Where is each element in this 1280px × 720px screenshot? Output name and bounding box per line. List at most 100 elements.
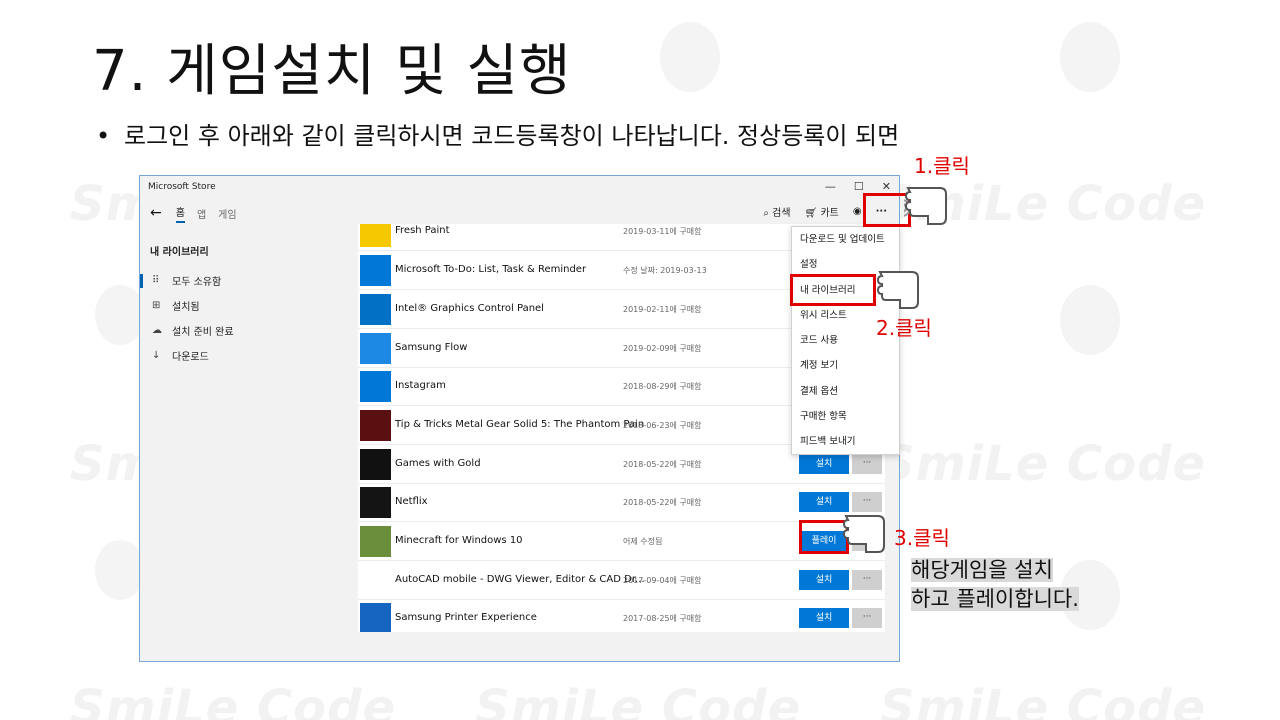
row-more-button[interactable]: ··· — [852, 570, 882, 590]
row-more-button[interactable]: ··· — [852, 454, 882, 474]
app-thumbnail — [360, 333, 391, 364]
app-thumbnail — [360, 410, 391, 441]
sidebar-item-label: 다운로드 — [172, 352, 209, 363]
watermark-face — [95, 285, 145, 345]
tab-home[interactable]: 홈 — [175, 204, 185, 223]
app-thumbnail — [360, 255, 391, 286]
app-thumbnail — [360, 371, 391, 402]
close-icon[interactable]: ✕ — [882, 180, 891, 193]
app-name: AutoCAD mobile - DWG Viewer, Editor & CA… — [395, 574, 645, 585]
install-button[interactable]: 설치 — [799, 570, 849, 590]
app-name: Fresh Paint — [395, 225, 450, 236]
bullet-dot-icon: • — [96, 122, 111, 150]
install-button[interactable]: 설치 — [799, 454, 849, 474]
app-name: Minecraft for Windows 10 — [395, 535, 523, 546]
app-name: Instagram — [395, 380, 446, 391]
app-name: Samsung Printer Experience — [395, 612, 537, 623]
watermark-text: SmiLe Code — [880, 680, 1207, 720]
window-title: Microsoft Store — [148, 182, 216, 192]
maximize-icon[interactable]: ☐ — [854, 180, 864, 193]
cart-icon: 🛒︎ — [804, 208, 818, 219]
app-thumbnail — [360, 526, 391, 557]
sidebar-item-installed[interactable]: ⊞ 설치됨 — [140, 293, 340, 318]
sidebar-item-ready-to-install[interactable]: ☁ 설치 준비 완료 — [140, 318, 340, 343]
app-name: Microsoft To-Do: List, Task & Reminder — [395, 264, 587, 275]
app-name: Samsung Flow — [395, 342, 468, 353]
row-more-button[interactable]: ··· — [852, 608, 882, 628]
app-date: 2019-02-11에 구매함 — [623, 305, 702, 314]
slide-title: 7. 게임설치 및 실행 — [92, 39, 572, 104]
pointing-hand-icon — [842, 515, 885, 553]
library-title: 내 라이브러리 — [150, 247, 209, 258]
app-name: Intel® Graphics Control Panel — [395, 303, 544, 314]
app-date: 수정 날짜: 2019-03-13 — [623, 266, 707, 275]
app-name: Games with Gold — [395, 458, 481, 469]
menu-item[interactable]: 계정 보기 — [792, 353, 899, 378]
download-icon: ↓ — [152, 350, 161, 361]
app-date: 2019-02-09에 구매함 — [623, 344, 702, 353]
highlight-my-library — [790, 274, 876, 306]
app-list-row[interactable]: Samsung Printer Experience 2017-08-25에 구매… — [358, 600, 885, 632]
window-titlebar: Microsoft Store — [140, 176, 899, 198]
watermark-face — [95, 540, 145, 600]
pointing-hand-icon — [904, 187, 947, 225]
search-button[interactable]: ⌕ 검색 — [763, 204, 790, 219]
app-thumbnail — [360, 487, 391, 518]
library-sidebar: ⠿ 모두 소유함 ⊞ 설치됨 ☁ 설치 준비 완료 ↓ 다운로드 — [140, 268, 340, 368]
watermark-text: SmiLe Code — [475, 680, 802, 720]
app-thumbnail — [360, 224, 391, 247]
watermark-face — [660, 22, 720, 92]
app-date: 2018-06-23에 구매함 — [623, 421, 702, 430]
watermark-text: SmiLe Code — [880, 436, 1207, 492]
sidebar-item-all-owned[interactable]: ⠿ 모두 소유함 — [140, 268, 340, 293]
app-date: 2019-03-11에 구매함 — [623, 227, 702, 236]
cart-button[interactable]: 🛒︎ 카트 — [805, 204, 839, 219]
note-line-2: 하고 플레이합니다. — [911, 587, 1079, 611]
cloud-icon: ☁ — [152, 325, 162, 336]
window-controls: — ☐ ✕ — [825, 180, 891, 193]
installed-icon: ⊞ — [152, 300, 161, 311]
step1-label: 1.클릭 — [914, 154, 970, 178]
sidebar-item-downloads[interactable]: ↓ 다운로드 — [140, 343, 340, 368]
tab-games[interactable]: 게임 — [218, 206, 236, 221]
app-date: 어제 수정됨 — [623, 537, 663, 546]
app-list-row[interactable]: AutoCAD mobile - DWG Viewer, Editor & CA… — [358, 562, 885, 600]
menu-item[interactable]: 구매한 항목 — [792, 404, 899, 429]
app-date: 2017-08-25에 구매함 — [623, 614, 702, 623]
tab-apps[interactable]: 앱 — [197, 206, 206, 221]
pointing-hand-icon — [876, 271, 919, 309]
cart-label: 카트 — [820, 208, 839, 219]
bullet-label: 로그인 후 아래와 같이 클릭하시면 코드등록창이 나타납니다. 정상등록이 되… — [124, 122, 900, 150]
note-line-1: 해당게임을 설치 — [911, 558, 1053, 582]
app-name: Tip & Tricks Metal Gear Solid 5: The Pha… — [395, 419, 645, 430]
sidebar-item-label: 설치됨 — [172, 302, 200, 313]
sidebar-item-label: 설치 준비 완료 — [172, 327, 234, 338]
app-thumbnail — [360, 294, 391, 325]
instruction-note: 해당게임을 설치 하고 플레이합니다. — [911, 556, 1079, 614]
minimize-icon[interactable]: — — [825, 180, 836, 193]
back-arrow-icon[interactable]: ← — [150, 205, 162, 221]
app-thumbnail — [360, 565, 391, 596]
grid-dots-icon: ⠿ — [152, 275, 160, 286]
app-date: 2017-09-04에 구매함 — [623, 576, 702, 585]
menu-item[interactable]: 결제 옵션 — [792, 379, 899, 404]
watermark-text: SmiLe Code — [70, 680, 397, 720]
install-button[interactable]: 설치 — [799, 608, 849, 628]
app-thumbnail — [360, 449, 391, 480]
watermark-face — [1060, 285, 1120, 355]
menu-item[interactable]: 다운로드 및 업데이트 — [792, 227, 899, 252]
step2-label: 2.클릭 — [876, 316, 932, 340]
user-avatar-icon[interactable]: ◉ — [853, 206, 862, 217]
app-thumbnail — [360, 603, 391, 632]
app-date: 2018-08-29에 구매함 — [623, 382, 702, 391]
store-window: Microsoft Store — ☐ ✕ ← 홈 앱 게임 ⌕ 검색 🛒︎ 카… — [139, 175, 900, 662]
search-icon: ⌕ — [763, 208, 769, 219]
sidebar-item-label: 모두 소유함 — [172, 277, 222, 288]
app-name: Netflix — [395, 496, 428, 507]
app-list-row[interactable]: Netflix 2018-05-22에 구매함 설치 ··· — [358, 484, 885, 522]
menu-item[interactable]: 피드백 보내기 — [792, 429, 899, 454]
app-date: 2018-05-22에 구매함 — [623, 460, 702, 469]
bullet-text: • 로그인 후 아래와 같이 클릭하시면 코드등록창이 나타납니다. 정상등록이 … — [96, 116, 899, 151]
search-label: 검색 — [772, 208, 791, 219]
step3-label: 3.클릭 — [894, 526, 950, 550]
